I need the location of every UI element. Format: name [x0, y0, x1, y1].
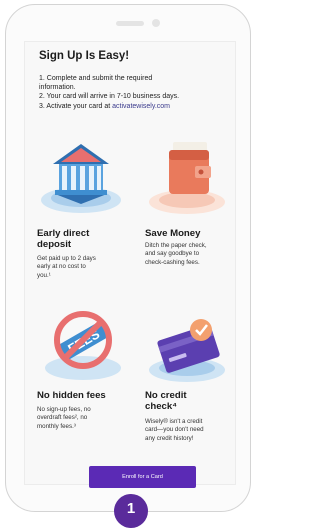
feature-early-deposit-desc: Get paid up to 2 days early at no cost t… [37, 255, 96, 280]
feature-no-credit-check-desc-line-3: any credit history! [145, 434, 194, 442]
feature-save-money-title: Save Money [145, 228, 200, 239]
step-3: 3. Activate your card at activatewisely.… [39, 102, 231, 111]
feature-early-deposit-title-line-1: Early direct [37, 228, 90, 239]
step-1-line-1: 1. Complete and submit the required [39, 75, 153, 82]
phone-camera [152, 19, 160, 27]
feature-save-money-title-line-1: Save Money [145, 228, 201, 239]
feature-no-credit-check-title-line-1: No credit [145, 390, 187, 401]
feature-early-deposit-desc-line-3: you.¹ [37, 271, 51, 279]
feature-save-money-desc-line-3: check-cashing fees. [145, 258, 200, 266]
feature-no-credit-check-title-line-2: check⁴ [145, 401, 177, 412]
no-fees-icon: FEES [45, 311, 121, 380]
activate-link[interactable]: activatewisely.com [112, 103, 170, 110]
enroll-button[interactable]: Enroll for a Card [89, 466, 196, 488]
step-number-badge: 1 [114, 494, 148, 528]
phone-screen: Sign Up Is Easy! 1. Complete and submit … [24, 41, 236, 488]
feature-no-credit-check-title: No credit check⁴ [145, 390, 187, 412]
wallet-icon [149, 142, 225, 214]
feature-no-credit-check-desc-line-2: card—you don't need [145, 426, 204, 434]
credit-card-check-icon [149, 319, 225, 382]
feature-save-money-desc-line-2: and say goodbye to [145, 250, 200, 258]
feature-no-credit-check-desc: Wisely® isn't a credit card—you don't ne… [145, 418, 204, 443]
feature-early-deposit-title-line-2: deposit [37, 239, 72, 250]
step-3-prefix: 3. Activate your card at [39, 102, 113, 110]
feature-no-hidden-fees-desc: No sign-up fees, no overdraft fees², no … [37, 406, 91, 431]
step-1-line-2: information. [39, 84, 76, 92]
feature-early-deposit-title: Early direct deposit [37, 228, 89, 250]
feature-save-money-desc: Ditch the paper check, and say goodbye t… [145, 242, 207, 267]
feature-no-hidden-fees-title-line-1: No hidden fees [37, 390, 106, 401]
feature-early-deposit-desc-line-2: early at no cost to [37, 263, 86, 271]
feature-no-hidden-fees-desc-line-1: No sign-up fees, no [37, 406, 91, 413]
feature-save-money-desc-line-1: Ditch the paper check, [145, 242, 207, 249]
page-title: Sign Up Is Easy! [39, 50, 130, 62]
step-2: 2. Your card will arrive in 7-10 busines… [39, 93, 180, 101]
phone-frame: Sign Up Is Easy! 1. Complete and submit … [5, 4, 251, 512]
feature-no-hidden-fees-title: No hidden fees [37, 390, 106, 401]
feature-no-hidden-fees-desc-line-3: monthly fees.³ [37, 422, 76, 430]
bank-icon [41, 144, 121, 213]
signup-steps: 1. Complete and submit the required info… [39, 74, 231, 111]
feature-early-deposit-desc-line-1: Get paid up to 2 days [37, 255, 96, 262]
phone-speaker [116, 21, 144, 26]
feature-no-credit-check-desc-line-1: Wisely® isn't a credit [145, 418, 203, 425]
feature-no-hidden-fees-desc-line-2: overdraft fees², no [37, 414, 88, 422]
